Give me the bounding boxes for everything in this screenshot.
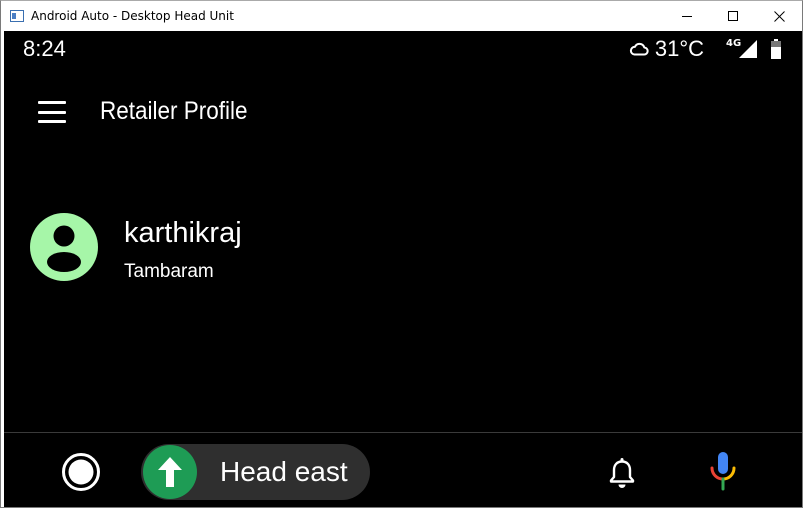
notifications-button[interactable] — [606, 455, 638, 491]
status-indicators: 31°C 4G — [629, 35, 782, 63]
bell-icon — [609, 458, 635, 488]
app-bar: Retailer Profile — [4, 91, 802, 133]
navigation-instruction: Head east — [220, 456, 348, 487]
home-circle-icon — [62, 453, 100, 491]
close-icon — [773, 10, 785, 22]
window-title: Android Auto - Desktop Head Unit — [31, 9, 234, 23]
home-button[interactable] — [61, 452, 101, 492]
cloud-icon — [629, 41, 649, 57]
maximize-icon — [727, 10, 738, 21]
page-title: Retailer Profile — [100, 97, 248, 125]
person-icon — [47, 225, 81, 272]
head-unit-screen: 8:24 31°C 4G Retailer Profile karthikraj… — [4, 31, 802, 507]
app-window-icon — [10, 10, 24, 22]
bottom-bar-divider — [4, 432, 802, 433]
menu-icon[interactable] — [38, 101, 66, 123]
maximize-button[interactable] — [710, 1, 756, 31]
temperature: 31°C — [654, 36, 704, 61]
signal-icon: 4G — [726, 37, 758, 61]
minimize-icon — [681, 15, 692, 17]
voice-assistant-button[interactable] — [706, 450, 740, 492]
avatar — [30, 213, 98, 281]
status-time: 8:24 — [23, 36, 66, 61]
minimize-button[interactable] — [664, 1, 710, 31]
profile-name: karthikraj — [124, 217, 242, 249]
close-button[interactable] — [756, 1, 802, 31]
window-controls — [664, 1, 802, 31]
mic-icon — [710, 452, 736, 491]
arrow-up-icon — [143, 445, 197, 499]
battery-icon — [770, 38, 782, 60]
window-title-bar[interactable]: Android Auto - Desktop Head Unit — [1, 1, 802, 31]
app-window: Android Auto - Desktop Head Unit 8:24 31… — [0, 0, 803, 508]
navigation-card[interactable]: Head east — [141, 444, 370, 500]
network-type-label: 4G — [726, 38, 741, 49]
profile-location: Tambaram — [124, 261, 214, 282]
